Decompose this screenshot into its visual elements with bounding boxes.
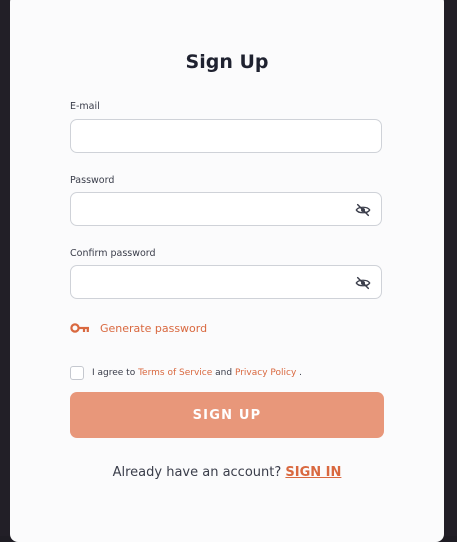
- page-title: Sign Up: [185, 51, 269, 73]
- sign-up-button[interactable]: SIGN UP: [70, 392, 384, 438]
- confirm-password-label: Confirm password: [70, 248, 156, 259]
- signin-prompt: Already have an account? SIGN IN: [10, 465, 444, 480]
- generate-password-link[interactable]: Generate password: [70, 321, 207, 335]
- eye-slash-icon[interactable]: [354, 202, 372, 218]
- eye-slash-icon[interactable]: [354, 275, 372, 291]
- email-field[interactable]: [71, 120, 381, 152]
- terms-of-service-link[interactable]: Terms of Service: [138, 368, 212, 378]
- key-icon: [70, 323, 89, 333]
- generate-password-label: Generate password: [100, 321, 208, 335]
- confirm-password-field[interactable]: [71, 266, 381, 298]
- confirm-password-field-wrapper: [70, 265, 382, 299]
- email-label: E-mail: [70, 101, 100, 112]
- agree-middle: and: [215, 368, 233, 378]
- agree-prefix: I agree to: [92, 368, 136, 378]
- agree-suffix: .: [299, 368, 303, 378]
- password-label: Password: [70, 175, 115, 186]
- email-field-wrapper: [70, 119, 382, 153]
- privacy-policy-link[interactable]: Privacy Policy: [235, 368, 296, 378]
- password-field[interactable]: [71, 193, 381, 225]
- signup-modal: Sign Up E-mail Password Confirm password: [10, 0, 444, 542]
- sign-in-link[interactable]: SIGN IN: [285, 465, 341, 480]
- password-field-wrapper: [70, 192, 382, 226]
- terms-agreement: I agree to Terms of Service and Privacy …: [70, 366, 302, 380]
- terms-checkbox[interactable]: [70, 366, 84, 380]
- signin-question: Already have an account?: [112, 465, 282, 480]
